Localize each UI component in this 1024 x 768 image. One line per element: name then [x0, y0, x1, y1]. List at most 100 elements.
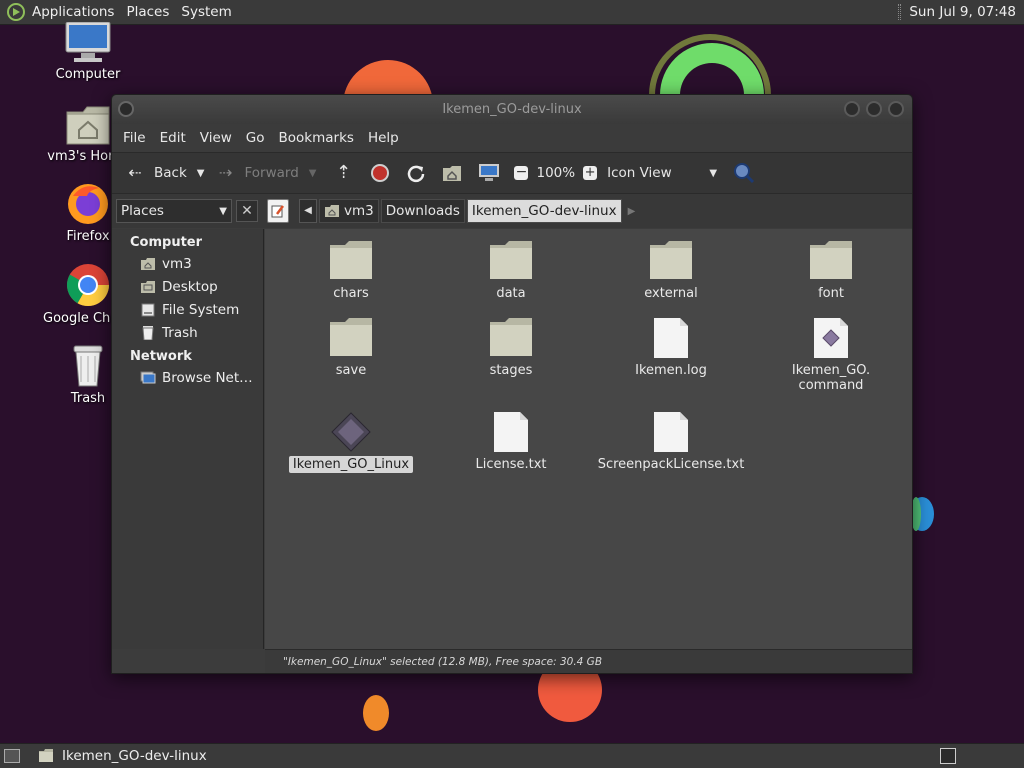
desktop-icon-label: Computer	[55, 67, 121, 82]
desktop-icon	[141, 280, 155, 293]
back-history-dropdown[interactable]: ▼	[191, 152, 211, 194]
stop-button[interactable]	[366, 152, 394, 194]
file-item-script[interactable]: Ikemen_GO. command	[751, 318, 911, 394]
home-icon	[141, 257, 155, 270]
file-item-folder[interactable]: chars	[271, 241, 431, 302]
menu-view[interactable]: View	[193, 130, 239, 146]
side-pane-select[interactable]: Places ▼	[116, 199, 232, 223]
back-label: Back	[154, 165, 187, 181]
zoom-out-icon: −	[514, 164, 529, 180]
breadcrumb-vm3[interactable]: vm3	[319, 199, 379, 223]
file-item-executable[interactable]: Ikemen_GO_Linux	[271, 412, 431, 473]
minimize-button[interactable]	[844, 101, 860, 117]
search-icon	[734, 163, 755, 184]
home-button[interactable]	[438, 152, 466, 194]
forward-button[interactable]: ⇢ Forward	[210, 152, 302, 194]
home-icon	[443, 166, 462, 181]
search-button[interactable]	[729, 152, 759, 194]
toggle-location-entry-button[interactable]	[267, 199, 289, 223]
back-button[interactable]: ⇠ Back	[120, 152, 191, 194]
file-item-text[interactable]: Ikemen.log	[591, 318, 751, 379]
folder-icon	[330, 241, 372, 279]
applications-menu-label: Applications	[32, 4, 115, 20]
chevron-right-icon[interactable]: ▶	[628, 206, 636, 217]
show-desktop-button[interactable]	[4, 749, 20, 763]
file-item-text[interactable]: License.txt	[431, 412, 591, 473]
home-icon	[325, 205, 339, 217]
view-mode-select[interactable]: Icon View ▼	[603, 152, 721, 194]
close-button[interactable]	[888, 101, 904, 117]
sidebar-heading-network: Network	[130, 349, 192, 364]
view-mode-label: Icon View	[607, 165, 672, 181]
file-name: ScreenpackLicense.txt	[597, 457, 745, 472]
zoom-in-button[interactable]: +	[579, 152, 601, 194]
chevron-left-icon: ◀	[304, 205, 312, 216]
toolbar: ⇠ Back ▼ ⇢ Forward ▼ ⇡ − 100% + Icon Vie…	[112, 152, 912, 194]
zoom-out-button[interactable]: −	[510, 152, 532, 194]
places-menu-label: Places	[126, 4, 170, 20]
executable-icon	[331, 412, 371, 452]
top-panel: Applications Places System Sun Jul 9, 07…	[0, 0, 1024, 25]
workspace-switcher[interactable]	[940, 748, 956, 764]
sidebar-heading-computer: Computer	[130, 235, 203, 250]
sidebar-item-vm3[interactable]: vm3	[112, 252, 263, 275]
folder-icon	[490, 318, 532, 356]
file-item-folder[interactable]: font	[751, 241, 911, 302]
menu-edit[interactable]: Edit	[153, 130, 193, 146]
computer-button[interactable]	[474, 152, 504, 194]
folder-icon	[490, 241, 532, 279]
clock[interactable]: Sun Jul 9, 07:48	[901, 4, 1020, 20]
sidebar-item-browse-network[interactable]: Browse Net…	[112, 366, 263, 389]
menu-help[interactable]: Help	[361, 130, 406, 146]
applications-menu[interactable]: Applications	[0, 0, 120, 25]
close-side-pane-button[interactable]: ✕	[236, 200, 258, 222]
up-arrow-icon: ⇡	[335, 162, 352, 183]
forward-label: Forward	[244, 165, 299, 181]
text-file-icon	[654, 412, 688, 452]
computer-icon	[479, 164, 500, 181]
breadcrumb-current-folder[interactable]: Ikemen_GO-dev-linux	[466, 199, 622, 223]
file-item-folder[interactable]: data	[431, 241, 591, 302]
sidebar-item-desktop[interactable]: Desktop	[112, 275, 263, 298]
zoom-level[interactable]: 100%	[532, 152, 579, 194]
file-item-text[interactable]: ScreenpackLicense.txt	[591, 412, 751, 473]
file-name: Ikemen.log	[635, 363, 707, 378]
sidebar-item-file-system[interactable]: File System	[112, 298, 263, 321]
drive-icon	[141, 303, 155, 316]
places-menu[interactable]: Places	[120, 0, 175, 25]
taskbar-item-file-manager[interactable]: Ikemen_GO-dev-linux	[32, 744, 213, 768]
window-titlebar[interactable]: Ikemen_GO-dev-linux	[112, 95, 912, 124]
up-button[interactable]: ⇡	[328, 152, 358, 194]
chevron-down-icon: ▼	[196, 167, 205, 179]
bottom-panel: Ikemen_GO-dev-linux	[0, 743, 1024, 768]
file-name: font	[818, 286, 844, 301]
file-name: save	[335, 363, 367, 378]
breadcrumb-downloads[interactable]: Downloads	[380, 199, 465, 223]
file-name: data	[496, 286, 526, 301]
menu-go[interactable]: Go	[239, 130, 272, 146]
desktop-icon-computer[interactable]: Computer	[43, 22, 133, 82]
breadcrumb-label: vm3	[344, 203, 374, 219]
file-name: stages	[489, 363, 533, 378]
forward-history-dropdown[interactable]: ▼	[303, 152, 323, 194]
file-item-folder[interactable]: stages	[431, 318, 591, 379]
sidebar-item-trash[interactable]: Trash	[112, 321, 263, 344]
chevron-down-icon: ▼	[709, 167, 718, 179]
reload-button[interactable]	[402, 152, 430, 194]
computer-icon	[65, 22, 111, 62]
file-name: Ikemen_GO. command	[791, 363, 871, 393]
sidebar-item-label: Desktop	[162, 278, 218, 295]
distro-logo-icon	[7, 3, 25, 21]
file-icon-view[interactable]: chars data external font save stages Ike…	[265, 229, 912, 649]
maximize-button[interactable]	[866, 101, 882, 117]
breadcrumb-scroll-left[interactable]: ◀	[299, 199, 317, 223]
system-menu[interactable]: System	[175, 0, 237, 25]
script-file-icon	[814, 318, 848, 358]
sidebar-item-label: Browse Net…	[162, 369, 253, 386]
menu-bookmarks[interactable]: Bookmarks	[272, 130, 361, 146]
menu-file[interactable]: File	[116, 130, 153, 146]
file-item-folder[interactable]: save	[271, 318, 431, 379]
stop-icon	[371, 164, 390, 182]
folder-icon	[650, 241, 692, 279]
file-item-folder[interactable]: external	[591, 241, 751, 302]
